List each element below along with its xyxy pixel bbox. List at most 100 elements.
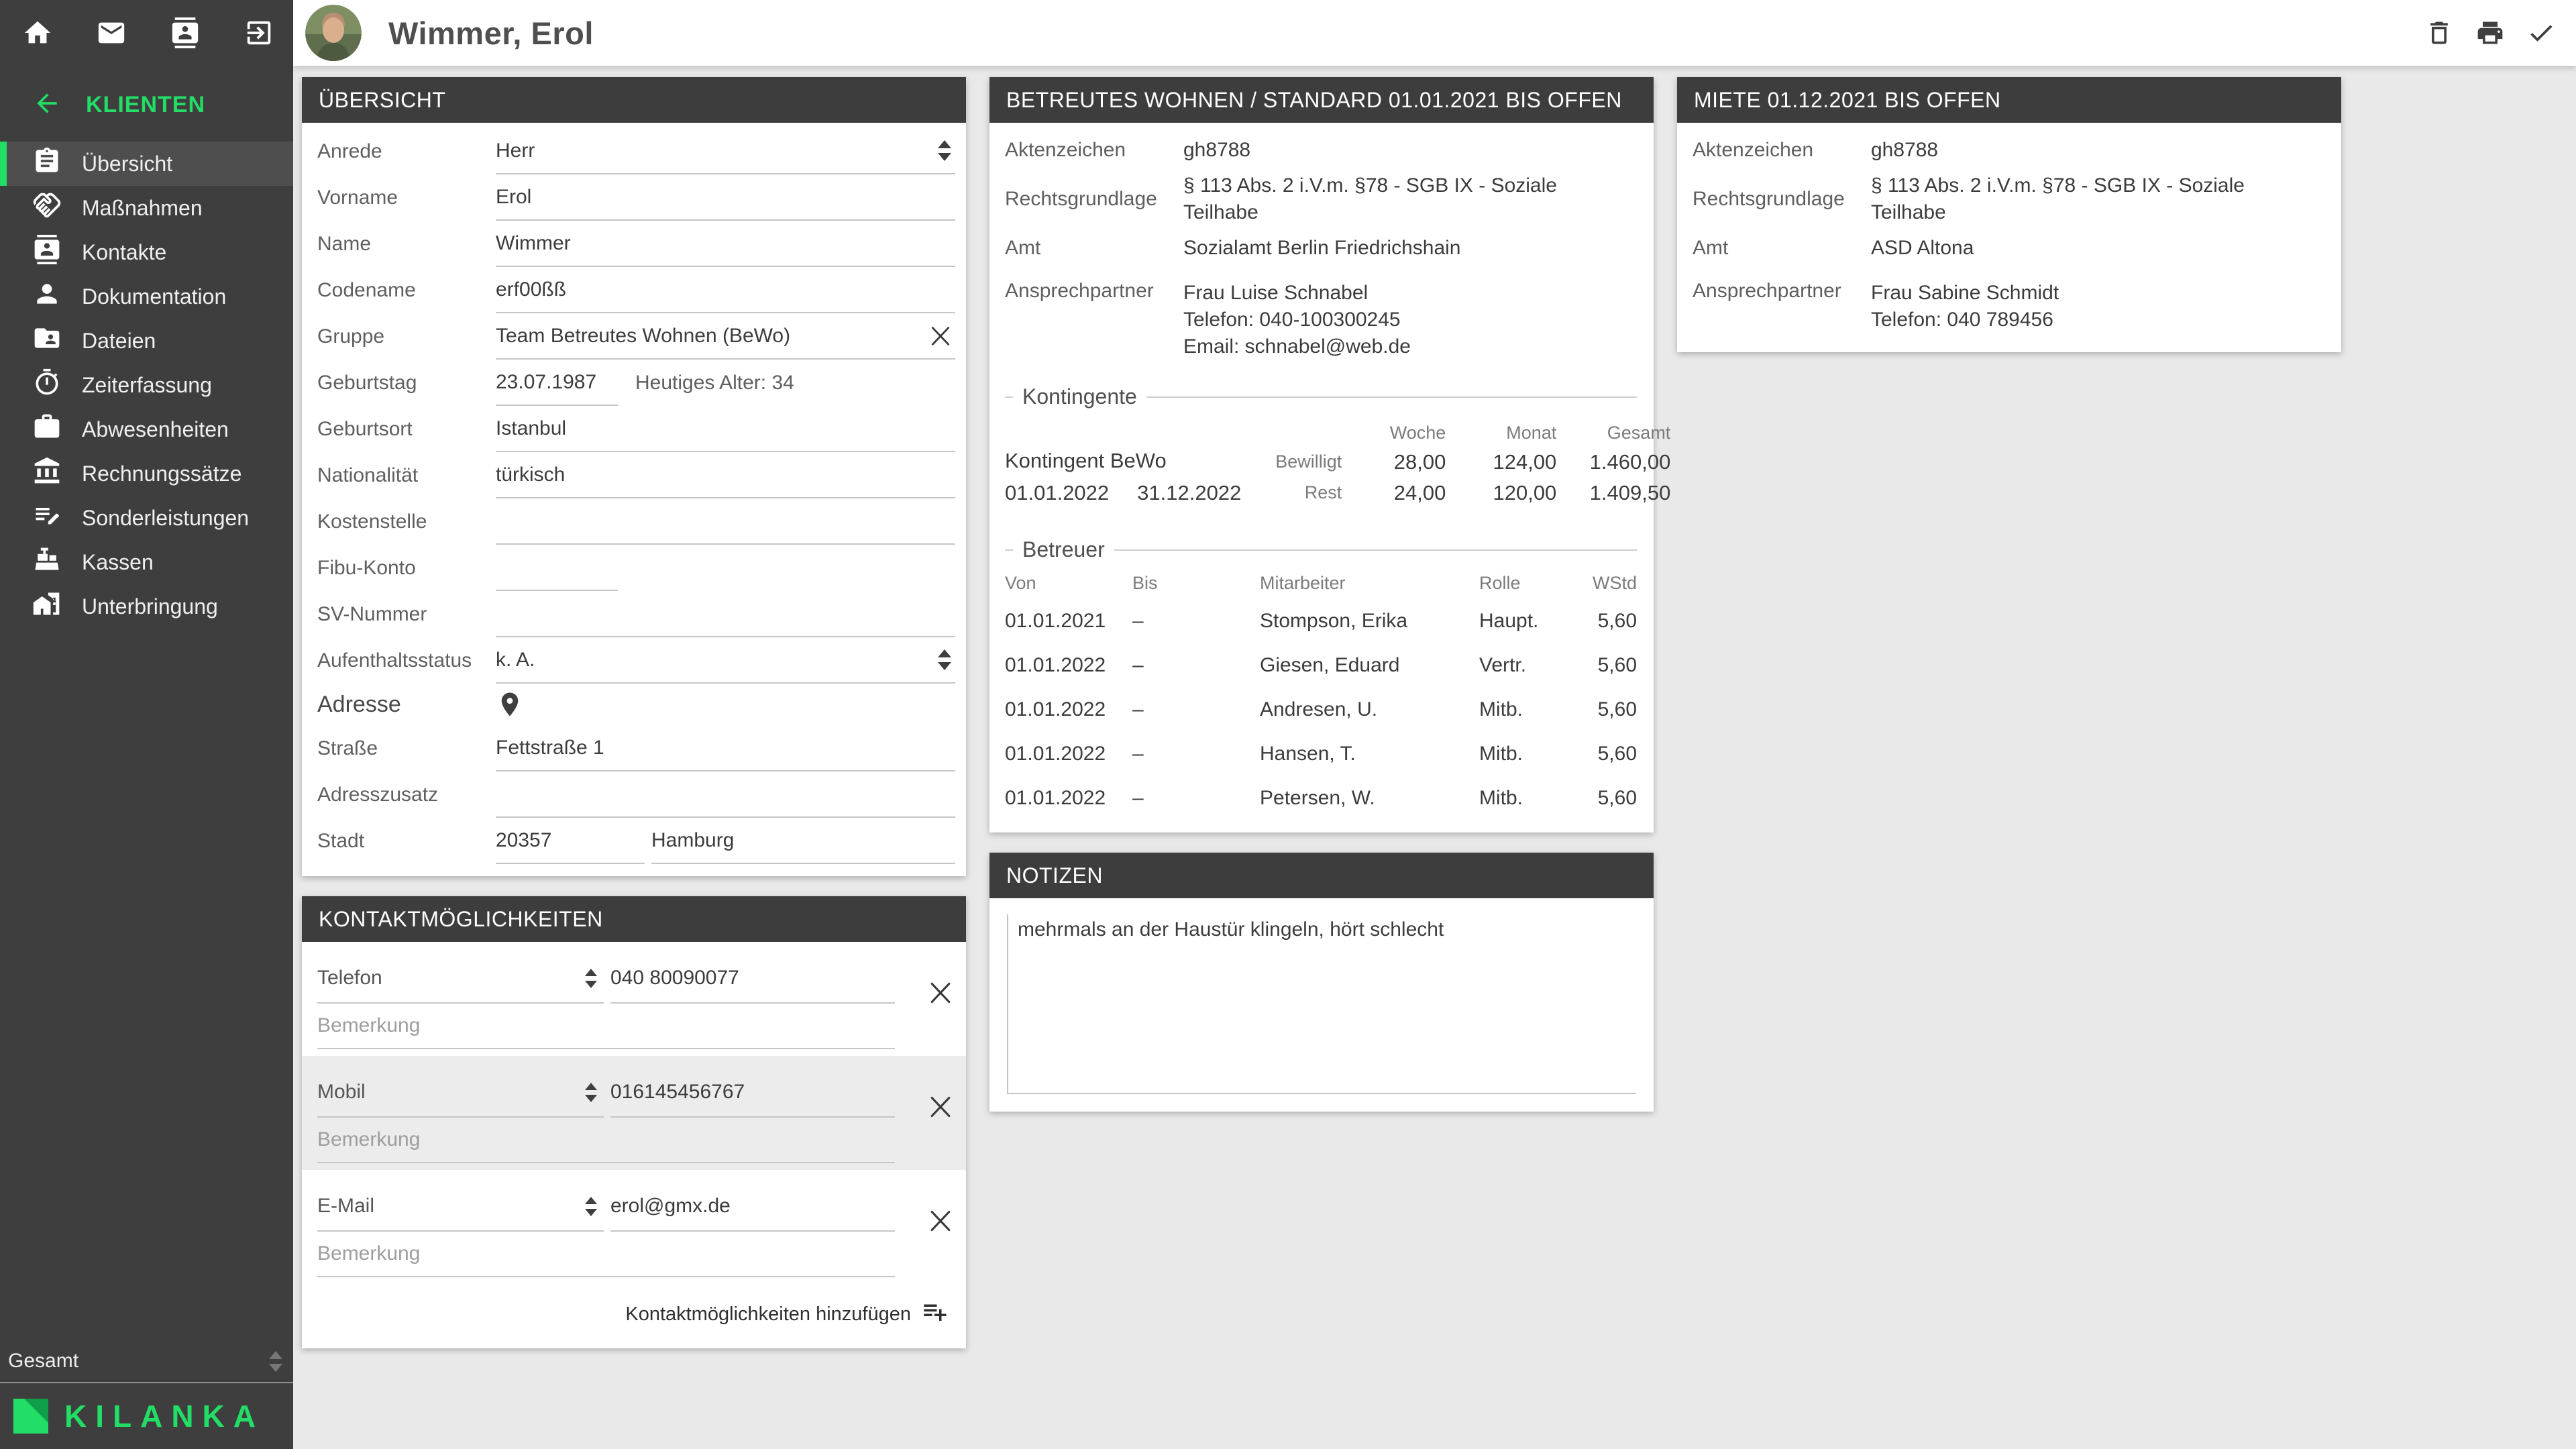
form-row-strasse: Straße Fettstraße 1 [317, 725, 955, 771]
form-row-aufenthaltsstatus: Aufenthaltsstatus k. A. [317, 637, 955, 684]
select-arrows-icon [585, 969, 597, 988]
contact-note-input[interactable]: Bemerkung [317, 1118, 895, 1163]
geburtsort-input[interactable]: Istanbul [496, 406, 955, 452]
main-content: ÜBERSICHT Anrede Herr Vorname Erol [293, 66, 2576, 1449]
contact-row-email: E-Mail erol@gmx.de Bemerkung [302, 1170, 966, 1284]
client-avatar[interactable] [305, 5, 362, 61]
contact-value-input[interactable]: 040 80090077 [610, 954, 895, 1004]
form-row-kostenstelle: Kostenstelle [317, 498, 955, 545]
form-row-stadt: Stadt 20357 Hamburg [317, 818, 955, 864]
strasse-input[interactable]: Fettstraße 1 [496, 725, 955, 771]
geburtstag-input[interactable]: 23.07.1987 [496, 360, 618, 406]
contacts-card: KONTAKTMÖGLICHKEITEN Telefon 040 8009007… [302, 896, 966, 1348]
sidebar-item-uebersicht[interactable]: Übersicht [0, 142, 293, 186]
select-arrows-icon [938, 140, 951, 161]
sidebar-item-zeiterfassung[interactable]: Zeiterfassung [0, 363, 293, 407]
contact-value-input[interactable]: erol@gmx.de [610, 1182, 895, 1232]
form-row-geburtsort: Geburtsort Istanbul [317, 406, 955, 452]
sidebar-item-unterbringung[interactable]: Unterbringung [0, 584, 293, 629]
form-row-name: Name Wimmer [317, 221, 955, 267]
plz-input[interactable]: 20357 [496, 818, 645, 864]
form-row-nationalitaet: Nationalität türkisch [317, 452, 955, 498]
miete-aktenzeichen-row: Aktenzeichen gh8788 [1693, 128, 2324, 172]
form-row-sv: SV-Nummer [317, 591, 955, 637]
contact-card-icon [32, 235, 62, 270]
sidebar-item-massnahmen[interactable]: Maßnahmen [0, 186, 293, 230]
overview-card: ÜBERSICHT Anrede Herr Vorname Erol [302, 77, 966, 876]
notes-textarea[interactable]: mehrmals an der Haustür klingeln, hört s… [1007, 914, 1636, 1094]
folder-shared-icon [32, 323, 62, 358]
kontingent-name: Kontingent BeWo 01.01.2022 31.12.2022 [1005, 449, 1241, 505]
codename-input[interactable]: erf00ßß [496, 267, 955, 313]
sidebar-item-rechnungssaetze[interactable]: Rechnungssätze [0, 451, 293, 496]
topbar: Wimmer, Erol [293, 0, 2576, 66]
name-input[interactable]: Wimmer [496, 221, 955, 267]
contact-type-select[interactable]: Telefon [317, 954, 604, 1004]
notes-card-title: NOTIZEN [989, 853, 1654, 898]
miete-card-title: MIETE 01.12.2021 BIS OFFEN [1677, 77, 2341, 123]
form-row-geburtstag: Geburtstag 23.07.1987 Heutiges Alter: 34 [317, 360, 955, 406]
brand-logo: KILANKA [0, 1383, 293, 1449]
remove-contact-icon[interactable] [926, 1206, 955, 1236]
sidebar-item-dateien[interactable]: Dateien [0, 319, 293, 363]
sidebar-section-title: KLIENTEN [86, 92, 205, 118]
sidebar-item-kassen[interactable]: Kassen [0, 540, 293, 584]
topbar-actions [2424, 18, 2556, 48]
remove-contact-icon[interactable] [926, 1092, 955, 1122]
playlist-add-icon [920, 1297, 949, 1331]
ort-input[interactable]: Hamburg [651, 818, 955, 864]
form-row-vorname: Vorname Erol [317, 174, 955, 221]
location-pin-icon[interactable] [496, 690, 524, 718]
app-window: Wimmer, Erol KLIENTEN Übersicht Maßnahme… [0, 0, 2576, 1449]
contact-row-mobil: Mobil 016145456767 Bemerkung [302, 1056, 966, 1170]
back-arrow-icon[interactable] [32, 89, 62, 121]
contact-note-input[interactable]: Bemerkung [317, 1004, 895, 1049]
column-left: ÜBERSICHT Anrede Herr Vorname Erol [302, 77, 966, 1368]
bewo-ansprechpartner-row: Ansprechpartner Frau Luise Schnabel Tele… [1005, 270, 1637, 367]
sidebar-item-kontakte[interactable]: Kontakte [0, 230, 293, 274]
add-contact-button[interactable]: Kontaktmöglichkeiten hinzufügen [302, 1284, 966, 1348]
form-row-gruppe: Gruppe Team Betreutes Wohnen (BeWo) [317, 313, 955, 360]
sidebar-item-sonderleistungen[interactable]: Sonderleistungen [0, 496, 293, 540]
kostenstelle-input[interactable] [496, 498, 955, 545]
logo-mark-icon [13, 1399, 48, 1434]
vorname-input[interactable]: Erol [496, 174, 955, 221]
aufenthaltsstatus-select[interactable]: k. A. [496, 637, 955, 684]
anrede-select[interactable]: Herr [496, 128, 955, 174]
logo-text: KILANKA [64, 1398, 264, 1434]
sidebar-header: KLIENTEN [0, 66, 293, 142]
save-check-button[interactable] [2526, 18, 2556, 48]
home-icon[interactable] [22, 17, 53, 48]
bewo-aktenzeichen-row: Aktenzeichen gh8788 [1005, 128, 1637, 172]
mail-icon[interactable] [96, 17, 127, 48]
miete-amt-row: Amt ASD Altona [1693, 226, 2324, 270]
print-button[interactable] [2475, 18, 2505, 48]
contact-row-telefon: Telefon 040 80090077 Bemerkung [302, 942, 966, 1056]
sidebar-item-abwesenheiten[interactable]: Abwesenheiten [0, 407, 293, 451]
nationalitaet-input[interactable]: türkisch [496, 452, 955, 498]
gruppe-input[interactable]: Team Betreutes Wohnen (BeWo) [496, 313, 955, 360]
contacts-icon[interactable] [170, 17, 201, 48]
contact-note-input[interactable]: Bemerkung [317, 1232, 895, 1277]
bewo-amt-row: Amt Sozialamt Berlin Friedrichshain [1005, 226, 1637, 270]
logout-icon[interactable] [244, 17, 274, 48]
contact-value-input[interactable]: 016145456767 [610, 1068, 895, 1118]
clear-gruppe-icon[interactable] [927, 323, 954, 350]
bewo-card-title: BETREUTES WOHNEN / STANDARD 01.01.2021 B… [989, 77, 1654, 123]
kontingente-section: Kontingente Woche Monat Gesamt Kontingen… [1005, 384, 1637, 509]
adresszusatz-input[interactable] [496, 771, 955, 818]
notes-card: NOTIZEN mehrmals an der Haustür klingeln… [989, 853, 1654, 1112]
miete-ansprechpartner-row: Ansprechpartner Frau Sabine Schmidt Tele… [1693, 270, 2324, 340]
fibu-input[interactable] [496, 545, 618, 591]
remove-contact-icon[interactable] [926, 978, 955, 1008]
scope-select[interactable]: Gesamt [0, 1350, 293, 1383]
contact-type-select[interactable]: E-Mail [317, 1182, 604, 1232]
delete-button[interactable] [2424, 18, 2454, 48]
sv-input[interactable] [496, 591, 955, 637]
contact-type-select[interactable]: Mobil [317, 1068, 604, 1118]
form-row-adresszusatz: Adresszusatz [317, 771, 955, 818]
sidebar-spacer [0, 629, 293, 1350]
sidebar-item-dokumentation[interactable]: Dokumentation [0, 274, 293, 319]
handshake-icon [32, 191, 62, 225]
form-row-fibu: Fibu-Konto [317, 545, 955, 591]
